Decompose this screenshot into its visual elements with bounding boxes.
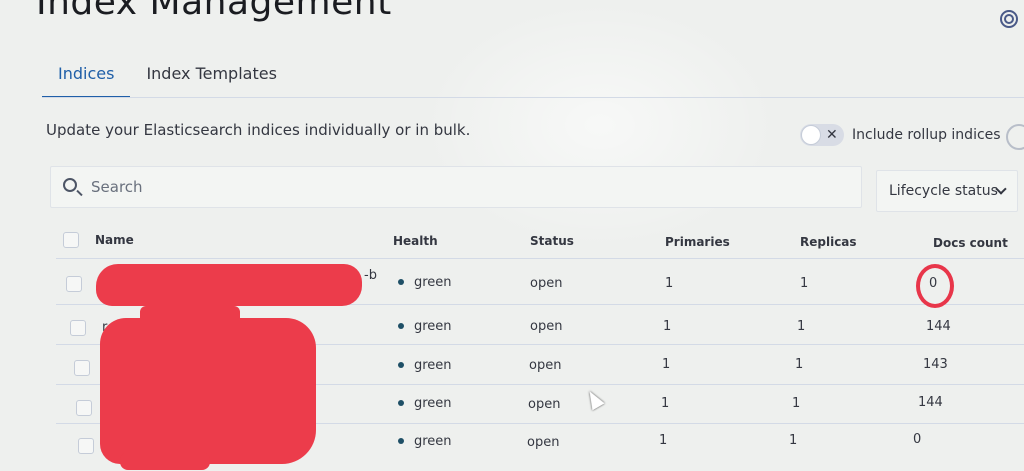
primaries-cell: 1 [662, 357, 671, 372]
health-cell: green [398, 396, 452, 411]
screen-glare [420, 0, 780, 250]
health-cell: green [398, 319, 452, 334]
highlight-circle [916, 264, 954, 308]
replicas-cell: 1 [797, 319, 806, 334]
column-header-replicas[interactable]: Replicas [800, 235, 857, 249]
column-header-primaries[interactable]: Primaries [665, 235, 730, 249]
health-cell: green [398, 358, 452, 373]
search-icon [63, 178, 77, 192]
tab-indices[interactable]: Indices [42, 58, 131, 98]
tabs-divider [42, 97, 1024, 98]
row-checkbox[interactable] [78, 438, 94, 454]
docs-count-cell: 143 [923, 357, 948, 372]
health-cell: green [398, 434, 452, 449]
row-checkbox[interactable] [66, 276, 82, 292]
replicas-cell: 1 [800, 276, 809, 291]
replicas-cell: 1 [792, 396, 801, 411]
redaction-mark [96, 264, 362, 306]
redaction-mark [120, 452, 210, 470]
status-cell: open [529, 358, 562, 373]
toggle-knob [801, 125, 821, 145]
index-name[interactable]: -b [364, 268, 377, 283]
column-header-status[interactable]: Status [530, 234, 574, 248]
redaction-mark [100, 318, 316, 464]
health-value: green [414, 275, 452, 290]
health-dot [398, 322, 404, 329]
health-value: green [414, 396, 452, 411]
primaries-cell: 1 [665, 276, 674, 291]
header-divider [56, 258, 1024, 259]
tab-bar: Indices Index Templates [42, 58, 293, 98]
row-checkbox[interactable] [70, 320, 86, 336]
primaries-cell: 1 [659, 433, 668, 448]
health-value: green [414, 319, 452, 334]
rollup-toggle-label: Include rollup indices [852, 127, 1001, 143]
status-cell: open [527, 435, 560, 450]
replicas-cell: 1 [789, 433, 798, 448]
column-header-name[interactable]: Name [95, 233, 134, 247]
replicas-cell: 1 [795, 357, 804, 372]
lifecycle-status-filter[interactable]: Lifecycle status [876, 170, 1018, 212]
partial-control [1006, 124, 1024, 150]
docs-count-cell: 144 [918, 395, 943, 410]
search-input[interactable] [91, 175, 831, 199]
docs-count-cell: 144 [926, 319, 951, 334]
health-dot [398, 361, 404, 368]
search-bar [50, 166, 862, 208]
health-dot [398, 399, 404, 406]
docs-count-cell: 0 [913, 432, 922, 447]
help-icon[interactable] [1000, 10, 1018, 28]
row-checkbox[interactable] [74, 360, 90, 376]
primaries-cell: 1 [663, 319, 672, 334]
lifecycle-status-label: Lifecycle status [889, 183, 998, 199]
status-cell: open [530, 276, 563, 291]
mouse-cursor-icon [583, 387, 605, 411]
column-header-health[interactable]: Health [393, 234, 438, 248]
page-description: Update your Elasticsearch indices indivi… [46, 121, 471, 139]
page-title: Index Management [36, 0, 392, 23]
rollup-toggle[interactable]: ✕ [800, 124, 844, 146]
primaries-cell: 1 [661, 396, 670, 411]
health-value: green [414, 358, 452, 373]
tab-index-templates[interactable]: Index Templates [130, 58, 292, 98]
column-header-docs-count[interactable]: Docs count [933, 236, 1008, 250]
close-icon: ✕ [826, 127, 838, 143]
health-dot [398, 278, 404, 285]
select-all-checkbox[interactable] [63, 232, 79, 248]
health-value: green [414, 434, 452, 449]
row-checkbox[interactable] [76, 400, 92, 416]
health-cell: green [398, 275, 452, 290]
status-cell: open [528, 397, 561, 412]
status-cell: open [530, 319, 563, 334]
health-dot [398, 437, 404, 444]
